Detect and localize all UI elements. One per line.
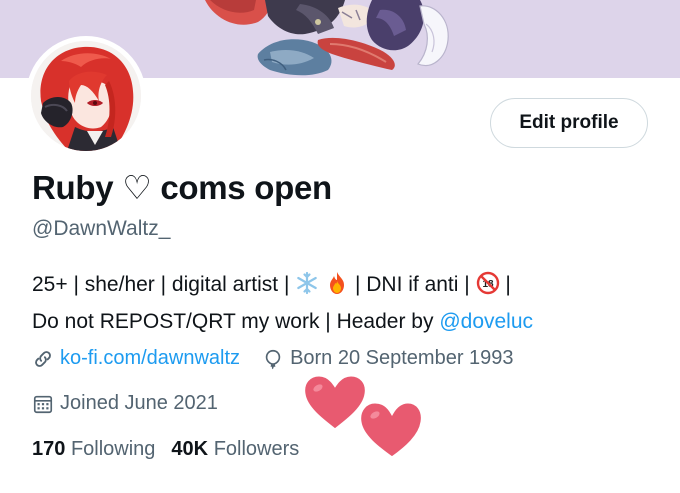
joined-text: Joined June 2021 (60, 392, 218, 414)
avatar-artwork (31, 41, 141, 151)
followers-link[interactable]: 40K Followers (171, 438, 299, 461)
bio-text: | (505, 273, 511, 296)
website-link[interactable]: ko-fi.com/dawnwaltz (60, 347, 240, 370)
bio-text: Do not REPOST/QRT my work | Header by (32, 310, 434, 333)
balloon-icon (265, 349, 281, 369)
followers-count: 40K (171, 438, 209, 460)
heart-sticker-icon (358, 400, 424, 460)
bio-line-1: 25+ | she/her | digital artist | | DNI i… (32, 266, 662, 303)
birthday-item: Born 20 September 1993 (262, 347, 514, 370)
link-icon (35, 350, 51, 367)
fire-emoji (330, 272, 345, 294)
bio-line-2: Do not REPOST/QRT my work | Header by @d… (32, 303, 662, 340)
profile-meta-row: ko-fi.com/dawnwaltz Born 20 September 19… (32, 347, 514, 370)
display-name-heart: ♡ (122, 169, 152, 206)
following-label: Following (70, 438, 156, 460)
following-link[interactable]: 170 Following (32, 438, 155, 461)
display-name: Ruby ♡ coms open (32, 168, 332, 207)
snowflake-emoji (297, 271, 318, 295)
edit-profile-button[interactable]: Edit profile (490, 98, 648, 148)
profile-meta-row: Joined June 2021 (32, 392, 218, 415)
no-one-under-eighteen-emoji: 18 (476, 271, 499, 295)
display-name-text: Ruby (32, 169, 114, 206)
display-name-suffix: coms open (160, 169, 332, 206)
header-credit-mention-link[interactable]: @doveluc (439, 310, 533, 333)
profile-bio: 25+ | she/her | digital artist | | DNI i… (32, 266, 662, 340)
bio-text: | DNI if anti | (354, 273, 470, 296)
birthday-text: Born 20 September 1993 (290, 347, 514, 369)
calendar-icon (33, 395, 53, 413)
following-count: 170 (32, 438, 66, 460)
followers-label: Followers (213, 438, 300, 460)
user-handle: @DawnWaltz_ (32, 217, 171, 240)
joined-item: Joined June 2021 (32, 392, 218, 415)
profile-avatar[interactable] (26, 36, 146, 156)
follow-stats: 170 Following 40K Followers (32, 438, 315, 461)
bio-text: 25+ | she/her | digital artist | (32, 273, 290, 296)
website-item: ko-fi.com/dawnwaltz (32, 347, 240, 370)
